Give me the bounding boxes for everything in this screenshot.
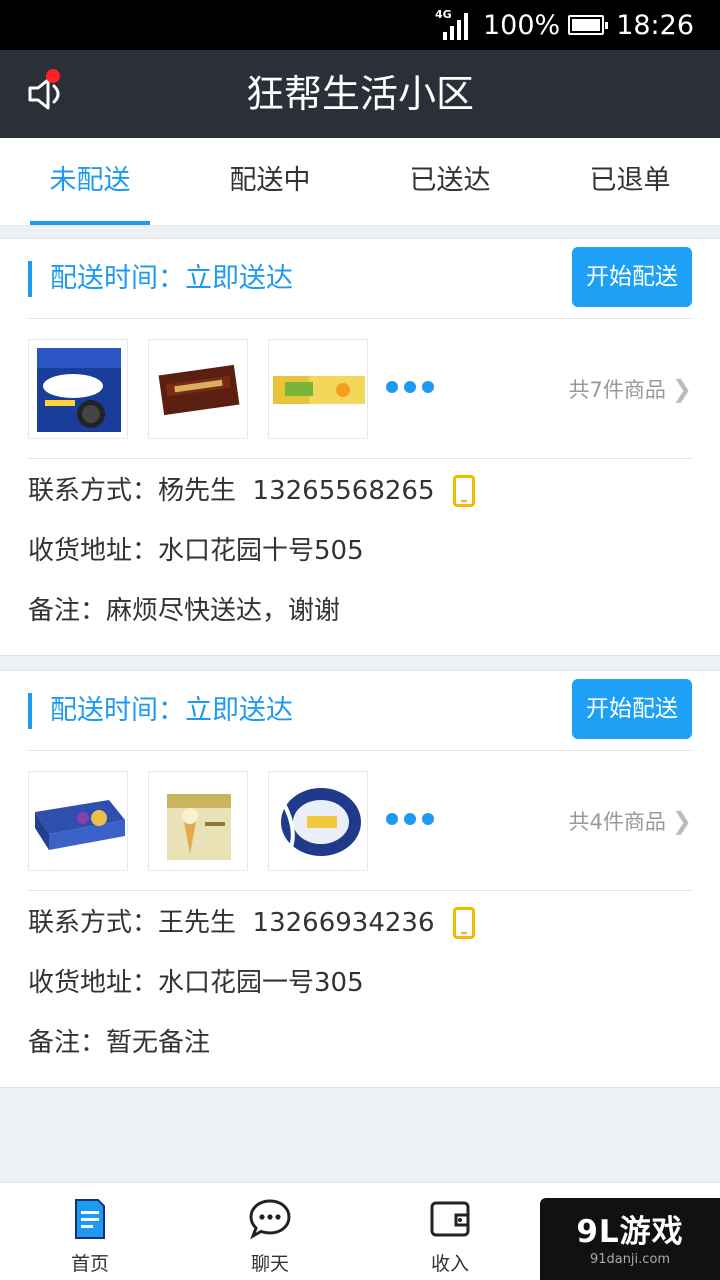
tab-delivered[interactable]: 已送达 (360, 138, 540, 225)
product-image (268, 771, 368, 871)
product-image (148, 771, 248, 871)
nav-label: 首页 (70, 1253, 109, 1275)
goods-count[interactable]: 共4件商品 ❯ (569, 751, 692, 892)
wallet-icon (428, 1197, 472, 1241)
delivery-time: 配送时间：立即送达 (50, 263, 293, 294)
note-info: 备注：暂无备注 (28, 1028, 211, 1058)
more-dots-icon (386, 381, 434, 393)
clock: 18:26 (616, 9, 694, 41)
more-dots-icon (386, 813, 434, 825)
signal-icon: 4G (434, 8, 471, 40)
watermark-logo: 9L游戏 91danji.com (540, 1198, 720, 1280)
nav-label: 聊天 (250, 1253, 289, 1275)
note-row: 备注：暂无备注 (28, 1023, 692, 1063)
nav-chat[interactable]: 聊天 (180, 1183, 360, 1280)
contact-row: 联系方式：杨先生 13265568265 (28, 471, 692, 511)
goods-count[interactable]: 共7件商品 ❯ (569, 319, 692, 460)
order-card: 配送时间：立即送达 开始配送 (0, 670, 720, 1088)
phone-icon[interactable] (452, 475, 475, 507)
product-image (268, 339, 368, 439)
contact-info: 联系方式：王先生 13266934236 (28, 908, 435, 938)
document-icon (68, 1197, 112, 1241)
start-delivery-button[interactable]: 开始配送 (572, 247, 692, 307)
goods-row[interactable]: 共4件商品 ❯ (28, 751, 692, 891)
delivery-time: 配送时间：立即送达 (50, 695, 293, 726)
order-header: 配送时间：立即送达 开始配送 (28, 671, 692, 751)
accent-bar (28, 693, 32, 729)
chat-icon (248, 1197, 292, 1241)
product-image (28, 771, 128, 871)
page-title: 狂帮生活小区 (245, 72, 474, 116)
note-info: 备注：麻烦尽快送达，谢谢 (28, 596, 341, 626)
watermark-brand: 9L游戏 (576, 1214, 684, 1250)
tab-delivering[interactable]: 配送中 (180, 138, 360, 225)
order-card: 配送时间：立即送达 开始配送 (0, 238, 720, 656)
nav-home[interactable]: 首页 (0, 1183, 180, 1280)
goods-count-label: 共7件商品 (568, 378, 666, 402)
accent-bar (28, 261, 32, 297)
status-bar: 4G 100% 18:26 (0, 0, 720, 50)
product-image (28, 339, 128, 439)
goods-count-label: 共4件商品 (568, 810, 666, 834)
watermark-site: 91danji.com (589, 1252, 671, 1267)
address-info: 收货地址：水口花园十号505 (28, 536, 364, 566)
tab-cancelled[interactable]: 已退单 (540, 138, 720, 225)
app-header: 狂帮生活小区 (0, 50, 720, 138)
contact-info: 联系方式：杨先生 13265568265 (28, 476, 435, 506)
address-row: 收货地址：水口花园一号305 (28, 963, 692, 1003)
goods-row[interactable]: 共7件商品 ❯ (28, 319, 692, 459)
status-tabs: 未配送 配送中 已送达 已退单 (0, 138, 720, 226)
product-image (148, 339, 248, 439)
contact-row: 联系方式：王先生 13266934236 (28, 903, 692, 943)
chevron-right-icon: ❯ (671, 375, 692, 403)
tab-undelivered[interactable]: 未配送 (0, 138, 180, 225)
nav-label: 收入 (430, 1253, 469, 1275)
address-info: 收货地址：水口花园一号305 (28, 968, 364, 998)
phone-icon[interactable] (452, 907, 475, 939)
note-row: 备注：麻烦尽快送达，谢谢 (28, 591, 692, 631)
chevron-right-icon: ❯ (671, 807, 692, 835)
battery-percent: 100% (482, 9, 561, 41)
battery-icon (568, 15, 609, 35)
start-delivery-button[interactable]: 开始配送 (572, 679, 692, 739)
address-row: 收货地址：水口花园十号505 (28, 531, 692, 571)
network-type: 4G (434, 8, 452, 21)
order-header: 配送时间：立即送达 开始配送 (28, 239, 692, 319)
nav-income[interactable]: 收入 (360, 1183, 540, 1280)
